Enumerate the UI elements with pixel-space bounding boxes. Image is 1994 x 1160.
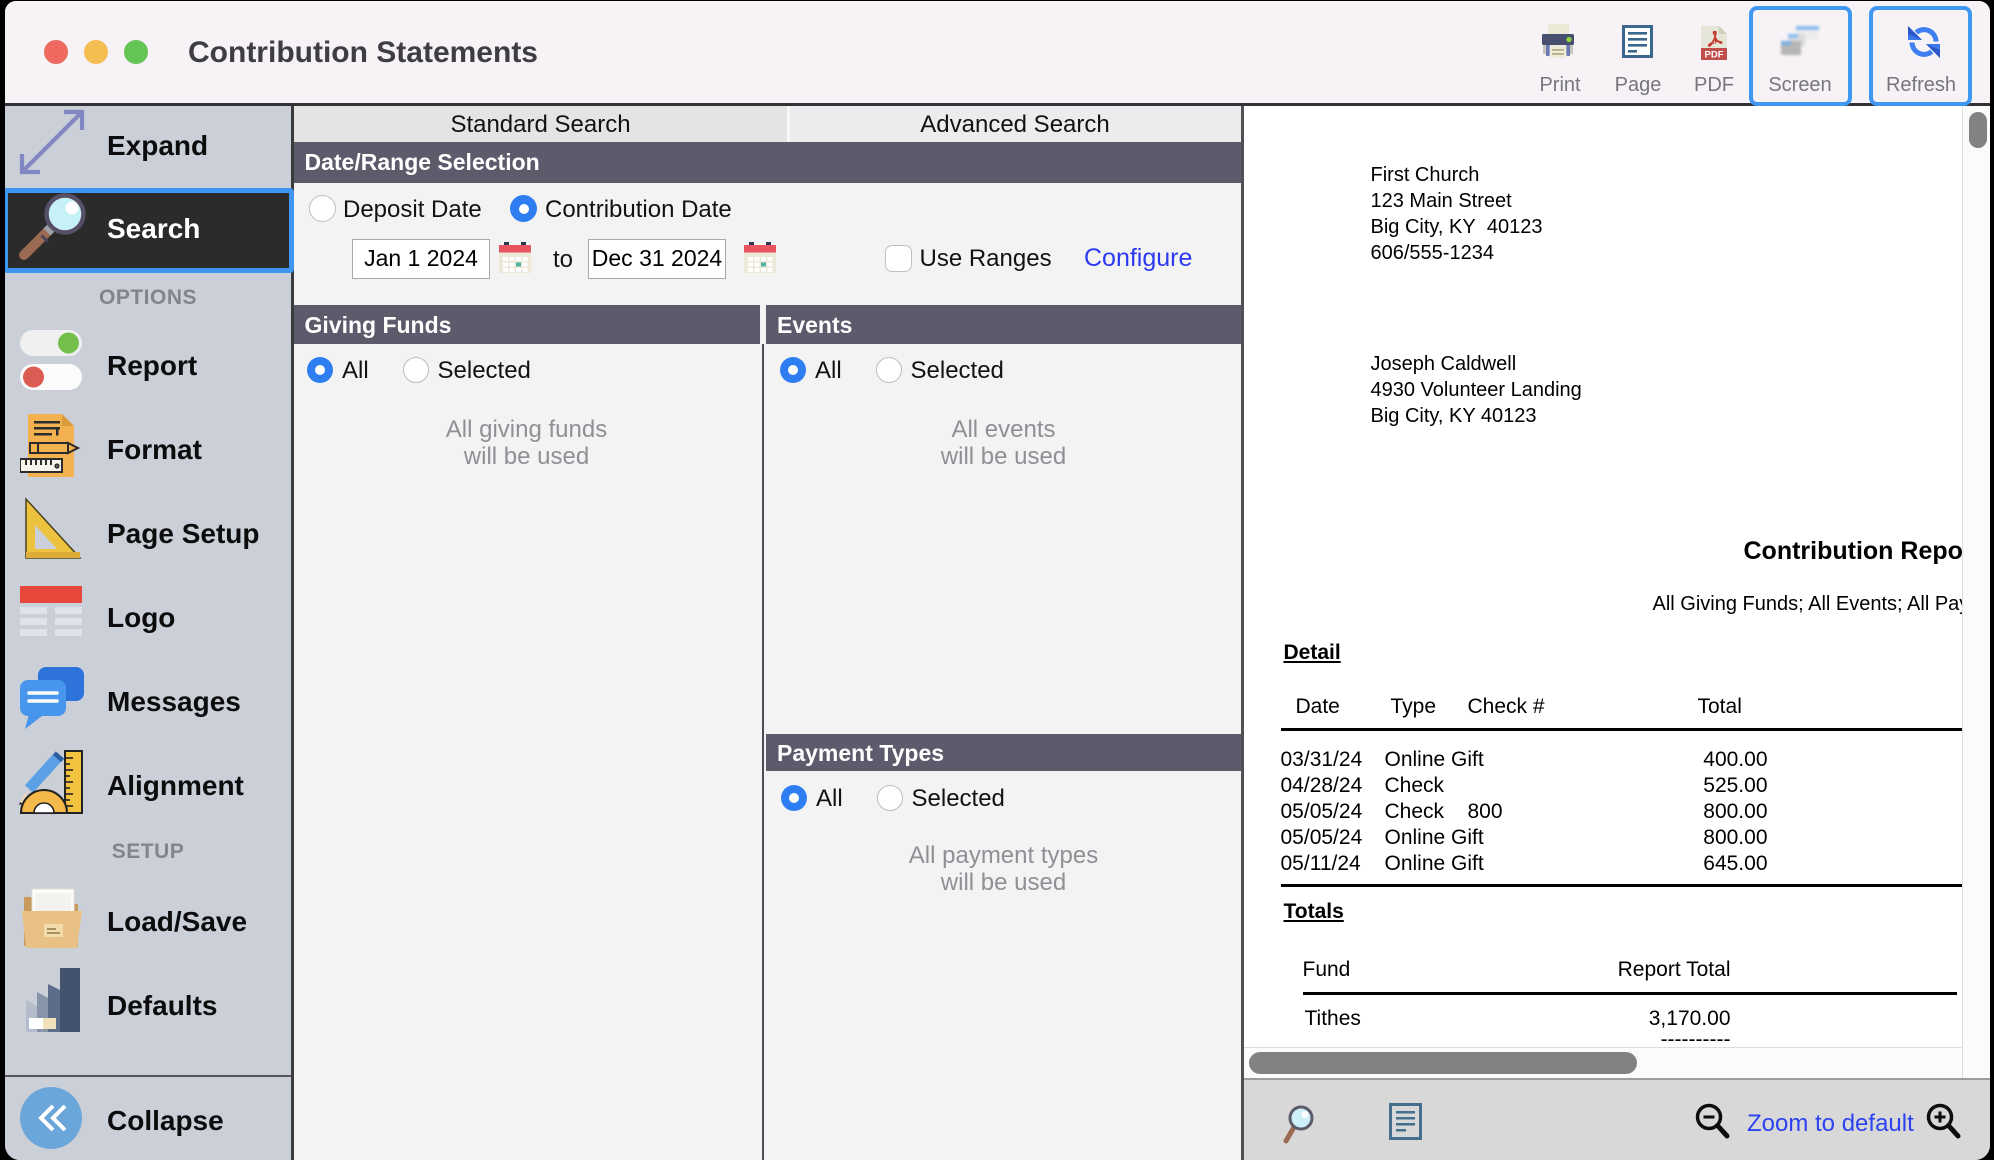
svg-text:PDF: PDF bbox=[1705, 50, 1724, 61]
